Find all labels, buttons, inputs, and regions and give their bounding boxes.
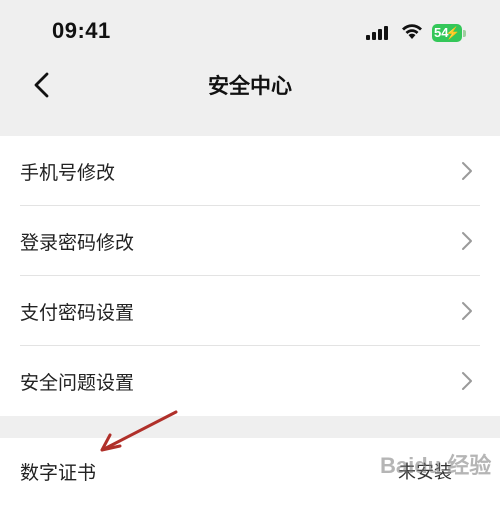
chevron-right-icon [462, 232, 472, 250]
certificate-label: 数字证书 [20, 462, 97, 484]
certificate-status: 未安装 [398, 462, 452, 483]
status-time: 09:41 [52, 18, 111, 43]
charging-bolt-icon: ⚡ [445, 26, 460, 40]
page-title: 安全中心 [208, 74, 292, 98]
menu-item-payment-password[interactable]: 支付密码设置 [0, 276, 500, 346]
menu-item-security-question[interactable]: 安全问题设置 [0, 346, 500, 416]
battery-cap [463, 30, 466, 37]
menu-item-label: 安全问题设置 [20, 372, 135, 394]
chevron-right-icon [462, 372, 472, 390]
security-menu: 手机号修改 登录密码修改 支付密码设置 安全问题设置 [0, 136, 500, 416]
chevron-right-icon [462, 302, 472, 320]
chevron-right-icon [462, 162, 472, 180]
menu-item-label: 登录密码修改 [20, 232, 135, 254]
menu-item-login-password[interactable]: 登录密码修改 [0, 206, 500, 276]
cellular-signal-icon [366, 26, 388, 40]
menu-item-label: 手机号修改 [20, 162, 116, 184]
menu-item-digital-certificate[interactable]: 数字证书 未安装 [0, 438, 500, 508]
wifi-icon [402, 24, 422, 39]
annotation-arrow-icon [100, 410, 178, 452]
nav-bar: 安全中心 [0, 60, 500, 112]
menu-item-phone[interactable]: 手机号修改 [0, 136, 500, 206]
menu-item-label: 支付密码设置 [20, 302, 135, 324]
status-bar: 09:41 54 ⚡ [0, 0, 500, 60]
battery-icon: 54 ⚡ [432, 24, 462, 42]
